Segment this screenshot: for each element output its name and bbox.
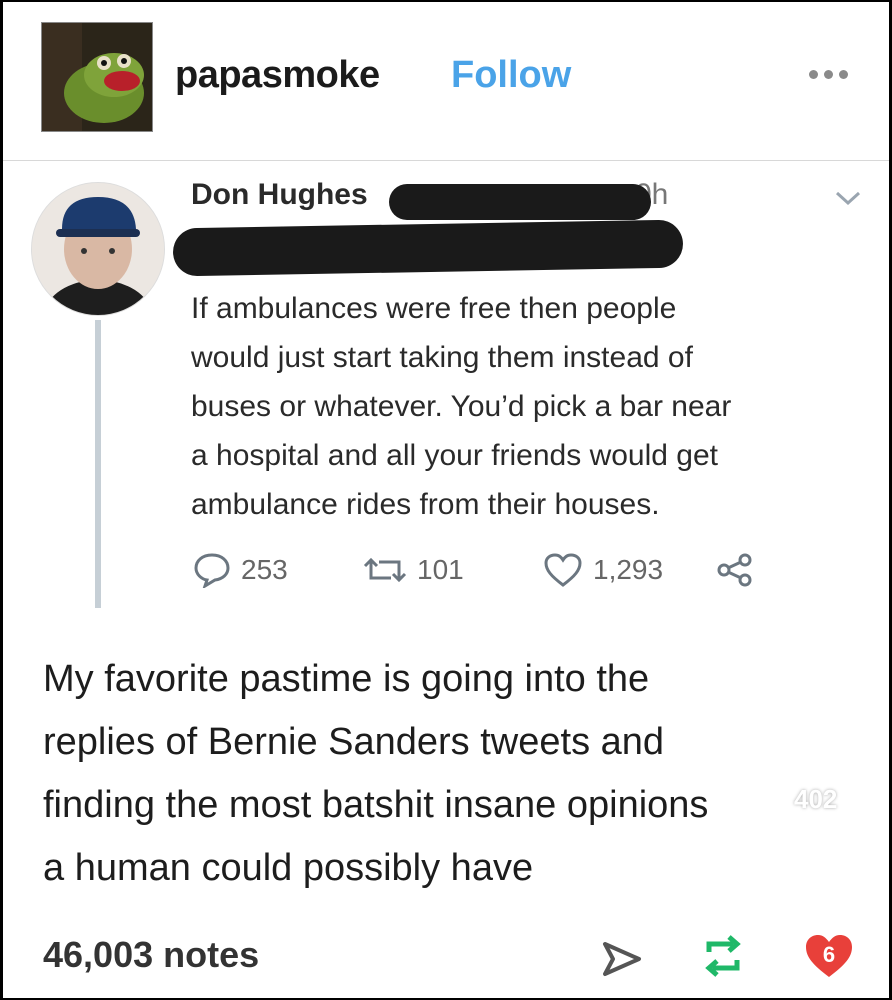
like-action[interactable]: 1,293 [543,550,663,590]
tweet-author-name[interactable]: Don Hughes [191,178,368,212]
reply-count: 253 [241,554,288,585]
more-dots-icon[interactable] [809,66,857,80]
notes-count[interactable]: 46,003 notes [43,934,259,976]
post-header: papasmoke Follow [3,2,889,152]
overlay-heart-icon[interactable] [792,700,854,756]
retweet-count: 101 [417,554,464,585]
caption-line: finding the most batshit insane opinions [43,784,709,826]
reply-action[interactable]: 253 [193,550,288,590]
header-divider [3,160,889,161]
blog-avatar[interactable] [41,22,153,132]
tweet-text-line: ambulance rides from their houses. [191,488,660,521]
reply-icon [194,553,230,588]
reblog-icon[interactable] [699,934,747,978]
retweet-action[interactable]: 101 [363,550,464,590]
like-count: 1,293 [593,554,664,585]
caption-line: replies of Bernie Sanders tweets and [43,721,665,763]
heart-icon [544,553,582,587]
thread-line [95,320,101,608]
redaction-bar [172,219,684,277]
tweet-avatar [31,182,165,316]
caption-line: My favorite pastime is going into the [43,658,650,700]
overlay-like-count: 402 [794,784,838,814]
comment-icon[interactable] [794,864,852,922]
redaction-bar [389,184,651,220]
share-icon [717,553,752,587]
tweet-text-line: buses or whatever. You’d pick a bar near [191,390,732,423]
tweet-text-line: would just start taking them instead of [191,341,693,374]
retweet-icon [363,557,407,583]
like-badge[interactable]: 6 [803,932,855,980]
caption-line: a human could possibly have [43,847,534,889]
post-caption: My favorite pastime is going into the re… [43,648,783,900]
tweet-text: If ambulances were free then people woul… [191,284,871,529]
follow-button[interactable]: Follow [451,54,571,97]
like-badge-count: 6 [822,942,836,967]
tweet-text-line: If ambulances were free then people [191,292,677,325]
blog-username[interactable]: papasmoke [175,54,380,97]
post-card: papasmoke Follow Don Hughes 0h If ambula… [3,2,889,998]
tweet-text-line: a hospital and all your friends would ge… [191,439,718,472]
send-icon[interactable] [601,940,643,978]
share-tweet-action[interactable] [715,550,755,590]
chevron-down-icon[interactable] [833,188,863,208]
